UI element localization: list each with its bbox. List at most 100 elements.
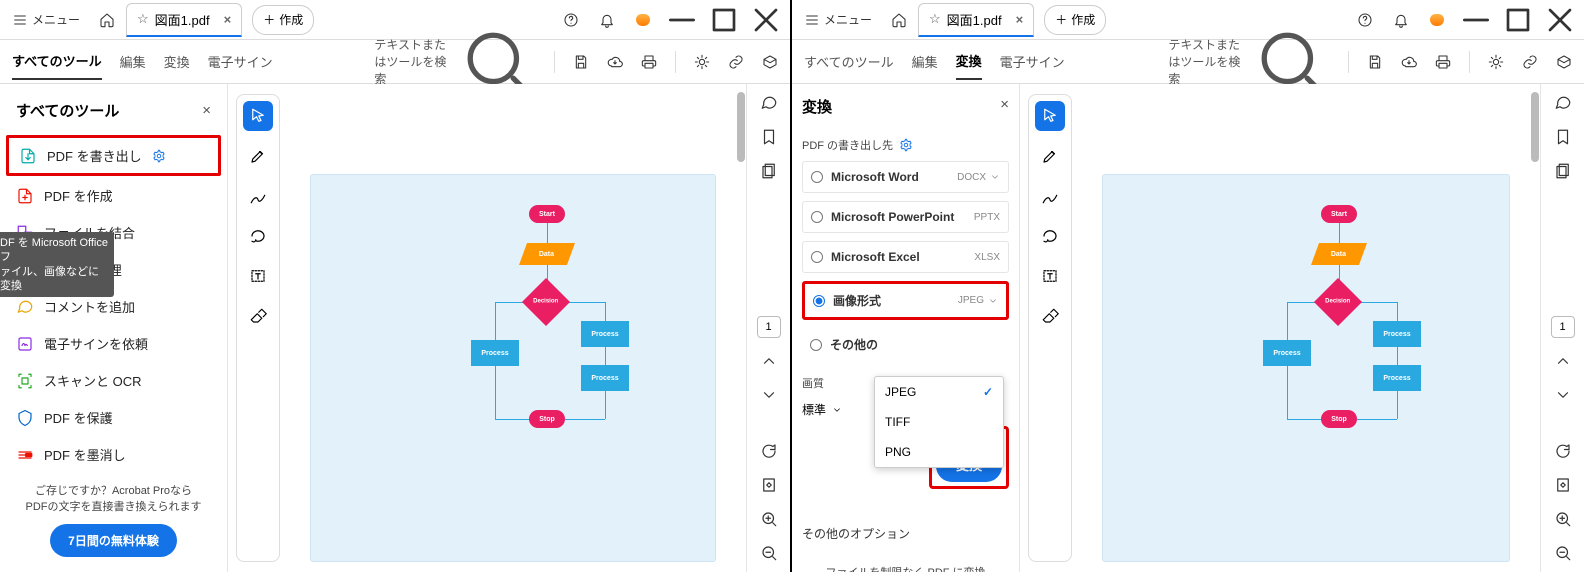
dropdown-item-jpeg[interactable]: JPEG✓	[875, 377, 1003, 407]
tool-esign[interactable]: 電子サインを依頼	[6, 326, 221, 361]
promo-trial-button[interactable]: 7日間の無料体験	[50, 524, 177, 557]
panel-pages-icon[interactable]	[1552, 160, 1574, 182]
prev-page-icon[interactable]	[1552, 350, 1574, 372]
print-icon[interactable]	[1435, 54, 1451, 70]
minimize-button[interactable]	[1456, 3, 1496, 37]
new-tab-button[interactable]: ＋作成	[1044, 5, 1106, 35]
cloud-icon[interactable]	[607, 54, 623, 70]
help-icon[interactable]	[554, 3, 588, 37]
maximize-button[interactable]	[704, 3, 744, 37]
dropdown-item-tiff[interactable]: TIFF	[875, 407, 1003, 437]
highlight-tool[interactable]	[1035, 141, 1065, 171]
tab-edit[interactable]: 編集	[120, 44, 146, 79]
pointer-tool[interactable]	[1035, 101, 1065, 131]
panel-pages-icon[interactable]	[758, 160, 780, 182]
gear-icon[interactable]	[152, 149, 166, 163]
menu-button[interactable]: メニュー	[796, 3, 880, 37]
zoom-out-icon[interactable]	[758, 542, 780, 564]
panel-bookmarks-icon[interactable]	[1552, 126, 1574, 148]
page-number[interactable]: 1	[757, 316, 781, 338]
link-icon[interactable]	[728, 54, 744, 70]
print-icon[interactable]	[641, 54, 657, 70]
account-icon[interactable]	[1420, 3, 1454, 37]
dropdown-item-png[interactable]: PNG	[875, 437, 1003, 467]
home-button[interactable]	[90, 3, 124, 37]
option-powerpoint[interactable]: Microsoft PowerPointPPTX	[802, 201, 1009, 233]
gear-icon[interactable]	[899, 138, 913, 152]
save-icon[interactable]	[573, 54, 589, 70]
minimize-button[interactable]	[662, 3, 702, 37]
home-button[interactable]	[882, 3, 916, 37]
file-tab[interactable]: ☆ 図面1.pdf ×	[126, 3, 242, 37]
save-icon[interactable]	[1367, 54, 1383, 70]
account-icon[interactable]	[626, 3, 660, 37]
tool-ocr[interactable]: スキャンと OCR	[6, 363, 221, 398]
tab-convert[interactable]: 変換	[164, 44, 190, 79]
close-tab-icon[interactable]: ×	[1016, 12, 1024, 27]
tab-all-tools[interactable]: すべてのツール	[804, 44, 894, 79]
new-tab-button[interactable]: ＋作成	[252, 5, 314, 35]
ai-icon[interactable]	[694, 54, 710, 70]
maximize-button[interactable]	[1498, 3, 1538, 37]
pdf-page[interactable]: Start Data Decision Process Process Proc…	[310, 174, 716, 562]
tool-protect[interactable]: PDF を保護	[6, 400, 221, 435]
lasso-tool[interactable]	[1035, 221, 1065, 251]
ai-icon[interactable]	[1488, 54, 1504, 70]
share-icon[interactable]	[762, 54, 778, 70]
close-tab-icon[interactable]: ×	[224, 12, 232, 27]
pointer-tool[interactable]	[243, 101, 273, 131]
scrollbar-vertical[interactable]	[1530, 92, 1540, 564]
share-icon[interactable]	[1556, 54, 1572, 70]
menu-button[interactable]: メニュー	[4, 3, 88, 37]
option-other[interactable]: その他の	[802, 328, 1009, 361]
close-window-button[interactable]	[1540, 3, 1580, 37]
draw-tool[interactable]	[243, 181, 273, 211]
scrollbar-vertical[interactable]	[736, 92, 746, 564]
option-excel[interactable]: Microsoft ExcelXLSX	[802, 241, 1009, 273]
close-sidebar-icon[interactable]: ×	[202, 102, 211, 119]
eraser-tool[interactable]	[243, 301, 273, 331]
zoom-in-icon[interactable]	[1552, 508, 1574, 530]
panel-bookmarks-icon[interactable]	[758, 126, 780, 148]
fit-page-icon[interactable]	[758, 474, 780, 496]
page-number[interactable]: 1	[1551, 316, 1575, 338]
tool-redact[interactable]: PDF を墨消し	[6, 437, 221, 472]
document-scroll[interactable]: Start Data Decision Process Process Proc…	[280, 84, 746, 572]
file-tab[interactable]: ☆ 図面1.pdf ×	[918, 3, 1034, 37]
tool-create-pdf[interactable]: PDF を作成	[6, 178, 221, 213]
tool-export-pdf[interactable]: PDF を書き出し	[6, 135, 221, 176]
text-select-tool[interactable]	[1035, 261, 1065, 291]
highlight-tool[interactable]	[243, 141, 273, 171]
document-area: Start Data Decision Process Process Proc…	[228, 84, 746, 572]
tab-convert[interactable]: 変換	[956, 43, 982, 80]
bell-icon[interactable]	[590, 3, 624, 37]
zoom-out-icon[interactable]	[1552, 542, 1574, 564]
next-page-icon[interactable]	[758, 384, 780, 406]
panel-comments-icon[interactable]	[1552, 92, 1574, 114]
next-page-icon[interactable]	[1552, 384, 1574, 406]
document-scroll[interactable]: Start Data Decision Process Process Proc…	[1072, 84, 1540, 572]
pdf-page[interactable]: Start Data Decision Process Process Proc…	[1102, 174, 1510, 562]
cloud-icon[interactable]	[1401, 54, 1417, 70]
tab-esign[interactable]: 電子サイン	[1000, 44, 1065, 79]
tab-edit[interactable]: 編集	[912, 44, 938, 79]
option-image[interactable]: 画像形式JPEG	[802, 281, 1009, 320]
tab-all-tools[interactable]: すべてのツール	[12, 43, 102, 80]
help-icon[interactable]	[1348, 3, 1382, 37]
rotate-icon[interactable]	[1552, 440, 1574, 462]
panel-comments-icon[interactable]	[758, 92, 780, 114]
draw-tool[interactable]	[1035, 181, 1065, 211]
prev-page-icon[interactable]	[758, 350, 780, 372]
link-icon[interactable]	[1522, 54, 1538, 70]
tab-esign[interactable]: 電子サイン	[208, 44, 273, 79]
zoom-in-icon[interactable]	[758, 508, 780, 530]
close-window-button[interactable]	[746, 3, 786, 37]
lasso-tool[interactable]	[243, 221, 273, 251]
rotate-icon[interactable]	[758, 440, 780, 462]
eraser-tool[interactable]	[1035, 301, 1065, 331]
text-select-tool[interactable]	[243, 261, 273, 291]
bell-icon[interactable]	[1384, 3, 1418, 37]
close-panel-icon[interactable]: ×	[1000, 96, 1009, 117]
option-word[interactable]: Microsoft WordDOCX	[802, 161, 1009, 193]
fit-page-icon[interactable]	[1552, 474, 1574, 496]
